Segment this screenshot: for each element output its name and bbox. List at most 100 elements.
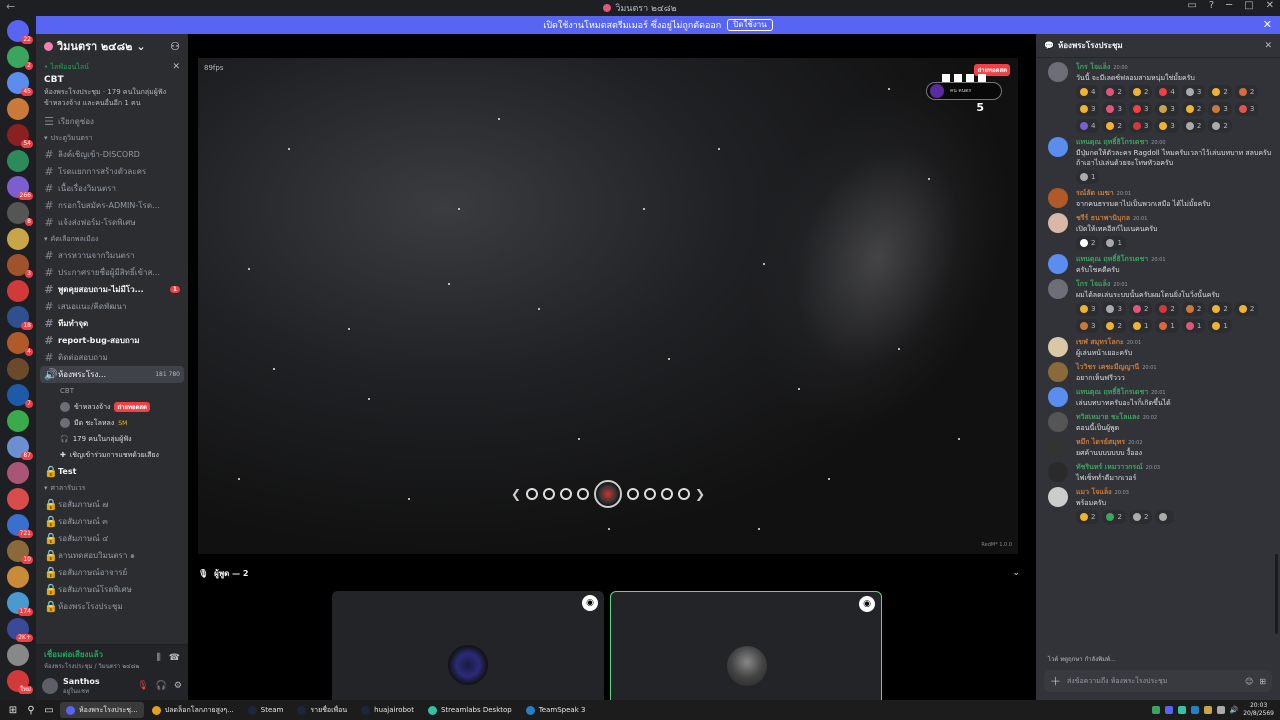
dismiss-icon[interactable]: ✕ <box>172 62 180 72</box>
message-author[interactable]: โกร โจแล็ง 20:00 <box>1076 62 1272 73</box>
apps-icon[interactable]: ⊞ <box>1259 677 1266 686</box>
server-icon[interactable] <box>7 150 29 172</box>
reaction-button[interactable]: 3 <box>1181 85 1206 99</box>
channel-item[interactable]: 🔒 ห้องพระโรงประชุม <box>36 598 188 615</box>
avatar[interactable] <box>1048 462 1068 482</box>
message-author[interactable]: โกร โจแล็ง 20:01 <box>1076 279 1272 290</box>
taskbar-app[interactable]: Steam <box>242 702 290 718</box>
message-author[interactable]: รณ์ลัต เมฆา 20:01 <box>1076 188 1272 199</box>
reaction-button[interactable]: 4 <box>1076 85 1100 99</box>
server-icon[interactable]: 45 <box>7 72 33 96</box>
message-input[interactable]: ＋ ส่งข้อความถึง ห้องพระโรงประชุม ☺ ⊞ <box>1044 670 1272 692</box>
reaction-button[interactable]: 2 <box>1102 85 1126 99</box>
add-member-icon[interactable]: ⚇ <box>170 40 180 53</box>
message-author[interactable]: หมึก ไดรย์สมุทร 20:02 <box>1076 437 1272 448</box>
server-icon[interactable]: 7 <box>7 384 33 408</box>
reaction-button[interactable]: 2 <box>1181 102 1206 116</box>
chat-message[interactable]: ทวิสเหมาย ชะโลแลง 20:02 ตอนนี้เป็นผู้พูด <box>1036 410 1280 435</box>
reaction-button[interactable]: 2 <box>1102 510 1126 524</box>
message-author[interactable]: แทนดุณ ฤทธิ์ธิโกรเดชา 20:01 <box>1076 254 1272 265</box>
avatar[interactable] <box>1048 412 1068 432</box>
reaction-button[interactable]: 2 <box>1102 319 1126 333</box>
chat-message[interactable]: แมว โจแล็ง 20:03 พร้อมครับ 2 2 2 <box>1036 485 1280 526</box>
reaction-button[interactable]: 1 <box>1181 319 1206 333</box>
plus-icon[interactable]: ＋ <box>1050 673 1061 689</box>
reaction-button[interactable]: 2 <box>1076 236 1100 250</box>
voice-user-1[interactable]: ข้าหลวงจ้าง ถ่ายทอดสด <box>36 399 188 415</box>
channel-item[interactable]: 🔒 รอสัมภาษณ์อาจารย์ <box>36 564 188 581</box>
category-3[interactable]: ▾ ศาลารับเวร <box>36 480 188 496</box>
message-author[interactable]: ไววิชร เคชะมีญญานี 20:01 <box>1076 362 1272 373</box>
back-arrow-icon[interactable]: ← <box>6 0 15 13</box>
reaction-button[interactable]: 3 <box>1076 102 1100 116</box>
chevron-down-icon[interactable]: ⌄ <box>1012 568 1020 578</box>
clock[interactable]: 20:03 20/8/2569 <box>1243 702 1274 718</box>
tray-icon[interactable] <box>1216 706 1225 714</box>
chat-message[interactable]: รณ์ลัต เมฆา 20:01 จากคนธรรมดาไปเป็นพวกเสมื… <box>1036 186 1280 211</box>
avatar[interactable] <box>1048 279 1068 299</box>
chat-message[interactable]: แทนดุณ ฤทธิ์ธิโกรเดชา 20:01 ครับโชคดีครับ <box>1036 252 1280 277</box>
server-icon[interactable]: 54 <box>7 124 33 148</box>
taskbar-app[interactable]: ห้องพระโรงประชุ... <box>60 702 144 718</box>
reaction-button[interactable]: 2 <box>1208 119 1232 133</box>
browse-channels[interactable]: ☰ เรียกดูช่อง <box>36 113 188 130</box>
reaction-button[interactable]: 2 <box>1128 510 1153 524</box>
server-icon[interactable]: 4 <box>7 332 33 356</box>
server-icon[interactable]: 2 <box>7 46 33 70</box>
server-icon[interactable] <box>7 228 29 250</box>
message-author[interactable]: ชรีร์ ธนาพานิบุกล 20:01 <box>1076 213 1272 224</box>
category-2[interactable]: ▾ คัดเลือกพลเมือง <box>36 231 188 247</box>
help-icon[interactable]: ? <box>1209 0 1214 11</box>
server-icon[interactable] <box>7 488 29 510</box>
channel-item[interactable]: 🔒 รอสัมภาษณ์โรดพิเศษ <box>36 581 188 598</box>
server-icon[interactable]: 2K+ <box>7 618 33 642</box>
mute-mic-icon[interactable]: 🎙 <box>137 681 148 691</box>
reaction-button[interactable]: 2 <box>1234 302 1259 316</box>
maximize-button[interactable]: □ <box>1244 0 1253 11</box>
reaction-button[interactable]: 3 <box>1155 119 1179 133</box>
server-icon[interactable] <box>7 462 29 484</box>
channel-item[interactable]: 🔒 รอสัมภาษณ์ ๗ <box>36 496 188 513</box>
server-icon[interactable] <box>7 280 29 302</box>
avatar[interactable] <box>1048 337 1068 357</box>
message-author[interactable]: เขฬ สมุทรโลกะ 20:01 <box>1076 337 1272 348</box>
server-icon[interactable]: 174 <box>7 592 33 616</box>
avatar[interactable] <box>1048 254 1068 274</box>
reaction-button[interactable]: 1 <box>1128 319 1153 333</box>
chat-message[interactable]: เขฬ สมุทรโลกะ 20:01 ผู้เล่นหน้าเยอะครับ <box>1036 335 1280 360</box>
live-activity-card[interactable]: • ไลฟ์ออนไลน์ CBT ห้องพระโรงประชุม · 179… <box>36 58 188 113</box>
taskbar-app[interactable]: ปลดล็อกโลกภายสูงๆ... <box>146 702 240 718</box>
reaction-button[interactable]: 2 <box>1155 302 1179 316</box>
start-icon[interactable]: ⊞ <box>6 703 20 717</box>
reaction-button[interactable]: 3 <box>1234 102 1259 116</box>
participant-tile-1[interactable]: ◉ <box>332 591 604 700</box>
stream-video[interactable]: 89fps ถ่ายทอดสด คน คนตก 5 ❮ ❯ RedM* 1.0.… <box>198 58 1018 554</box>
server-icon[interactable]: 3 <box>7 254 33 278</box>
channel-item[interactable]: 🔒 รอสัมภาษณ์ ๓ <box>36 513 188 530</box>
search-icon[interactable]: ⚲ <box>24 703 38 717</box>
tray-icon[interactable] <box>1203 706 1212 714</box>
channel-item[interactable]: 🔒 รอสัมภาษณ์ ๔ <box>36 530 188 547</box>
reaction-button[interactable]: 4 <box>1155 85 1179 99</box>
channel-item[interactable]: # เนื้อเรื่องวิมนตรา <box>36 180 188 197</box>
gear-icon[interactable]: ⚙ <box>174 681 182 691</box>
reaction-button[interactable]: 2 <box>1181 119 1206 133</box>
invite-to-voice[interactable]: ✚ เชิญเข้าร่วมการแชทด้วยเสียง <box>36 447 188 463</box>
reaction-button[interactable]: 1 <box>1102 236 1126 250</box>
reaction-button[interactable]: 1 <box>1076 170 1100 184</box>
taskbar-app[interactable]: รายชื่อเพื่อน <box>291 702 353 718</box>
volume-icon[interactable]: 🔊 <box>1230 706 1239 714</box>
channel-item[interactable]: # โรดแยกการสร้างตัวละคร <box>36 163 188 180</box>
reaction-button[interactable]: 1 <box>1208 319 1232 333</box>
reaction-button[interactable]: 3 <box>1128 102 1153 116</box>
server-icon[interactable]: 10 <box>7 540 33 564</box>
taskbar-app[interactable]: TeamSpeak 3 <box>520 702 592 718</box>
message-author[interactable]: แมว โจแล็ง 20:03 <box>1076 487 1272 498</box>
channel-item[interactable]: # กรอกใบสมัคร-ADMIN-โรด... <box>36 197 188 214</box>
disconnect-icon[interactable]: ☎ <box>169 653 180 663</box>
reaction-button[interactable]: 2 <box>1181 302 1206 316</box>
avatar[interactable] <box>42 678 58 694</box>
reaction-button[interactable]: 3 <box>1155 102 1179 116</box>
reaction-button[interactable]: 2 <box>1102 119 1126 133</box>
reaction-button[interactable]: 2 <box>1208 302 1232 316</box>
